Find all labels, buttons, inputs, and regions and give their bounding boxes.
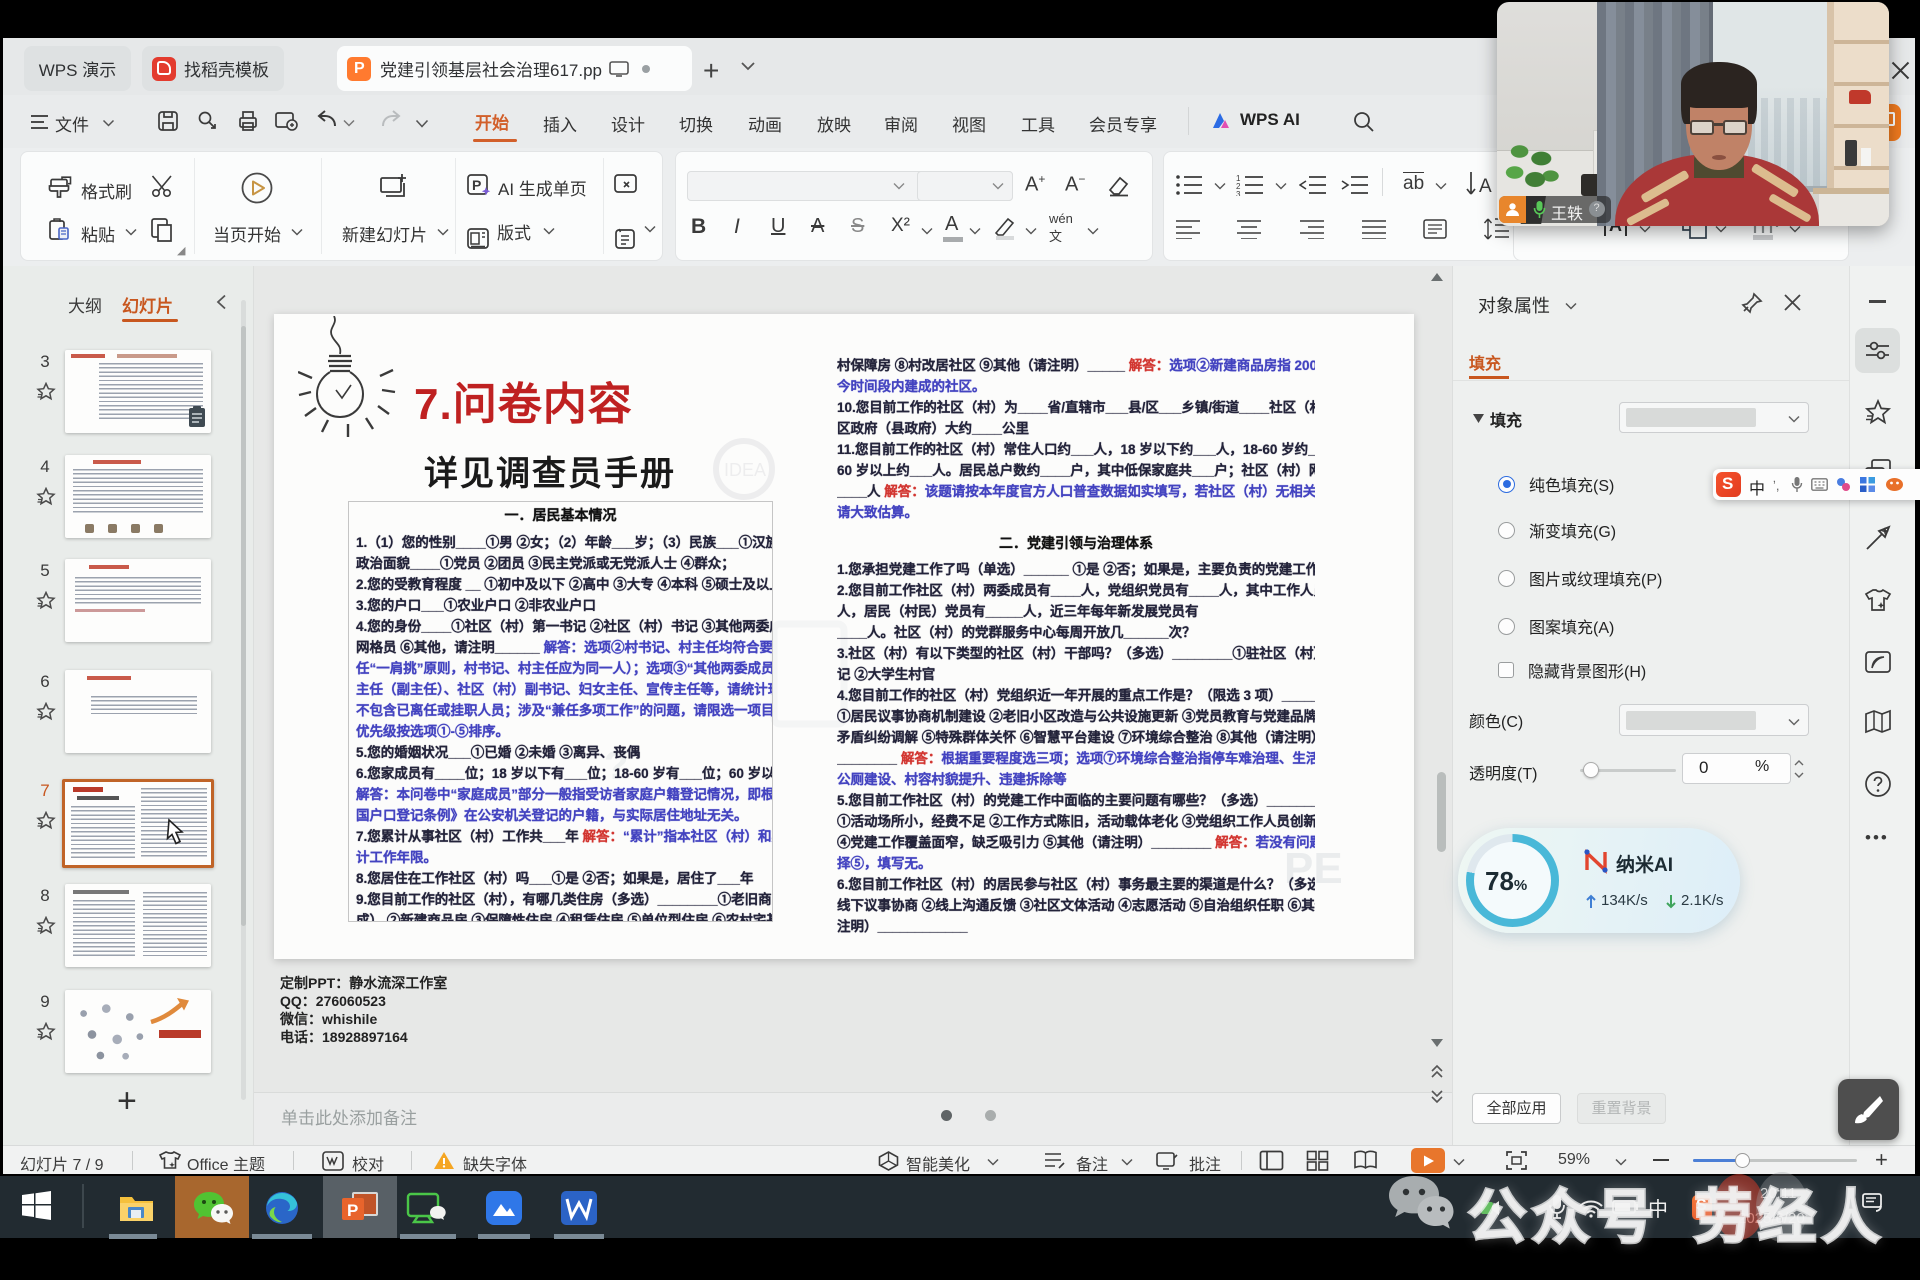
svg-text:A: A	[1479, 176, 1492, 197]
svg-text:IDEA: IDEA	[724, 460, 766, 480]
svg-text:3: 3	[1236, 190, 1241, 196]
svg-text:P: P	[347, 1201, 358, 1220]
svg-text:P: P	[472, 177, 481, 193]
